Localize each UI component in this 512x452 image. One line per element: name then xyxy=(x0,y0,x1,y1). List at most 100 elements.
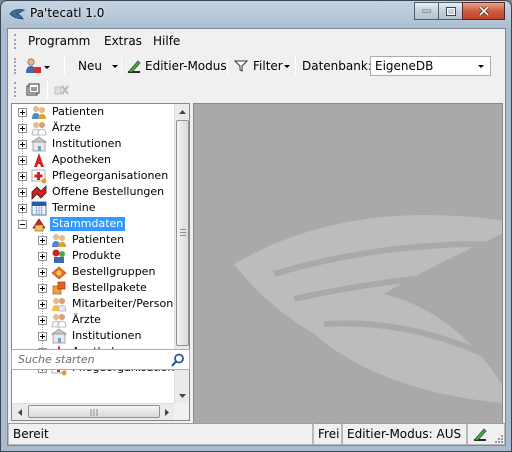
database-select-value: EigeneDB xyxy=(375,59,434,73)
scroll-thumb[interactable] xyxy=(176,120,189,346)
tree-item-mitarbeiter[interactable]: Mitarbeiter/Personen xyxy=(38,296,174,312)
resize-grip-icon[interactable] xyxy=(493,433,503,443)
menu-programm[interactable]: Programm xyxy=(28,34,90,48)
tree-item-label: Patienten xyxy=(52,105,105,118)
expand-icon[interactable] xyxy=(38,267,47,277)
navigation-tree-panel: Patienten Ärzte Institutionen Apotheken … xyxy=(11,103,190,421)
app-logo-icon xyxy=(9,9,25,20)
expand-icon[interactable] xyxy=(18,171,27,181)
chevron-down-icon[interactable] xyxy=(112,65,118,68)
tree-item-apotheken[interactable]: Apotheken xyxy=(18,152,113,168)
status-state: Frei xyxy=(313,423,342,445)
edit-mode-button[interactable]: Editier-Modus xyxy=(145,59,227,73)
tree-item-produkte[interactable]: Produkte xyxy=(38,248,123,264)
toolbar-grip[interactable] xyxy=(14,82,17,97)
maximize-button[interactable] xyxy=(438,2,463,20)
search-placeholder: Suche starten xyxy=(18,353,95,366)
tree-item-bestellpakete[interactable]: Bestellpakete xyxy=(38,280,149,296)
scroll-right-button[interactable] xyxy=(159,405,174,420)
arrow-left-icon xyxy=(17,409,22,416)
tree-item-termine[interactable]: Termine xyxy=(18,200,97,216)
employees-icon xyxy=(52,298,67,312)
expand-icon[interactable] xyxy=(18,139,27,149)
watermark-logo-icon xyxy=(234,215,502,403)
menu-hilfe[interactable]: Hilfe xyxy=(153,34,180,48)
database-label: Datenbank: xyxy=(302,59,372,73)
user-icon xyxy=(26,58,41,73)
search-icon[interactable] xyxy=(171,353,185,367)
care-organizations-icon xyxy=(31,169,47,184)
scroll-up-button[interactable] xyxy=(175,104,189,119)
expand-icon[interactable] xyxy=(18,187,27,197)
expand-icon[interactable] xyxy=(38,299,47,309)
minimize-icon xyxy=(422,9,431,13)
order-groups-icon xyxy=(51,266,67,280)
user-dropdown-button[interactable] xyxy=(22,56,50,76)
menu-extras[interactable]: Extras xyxy=(104,34,142,48)
app-window: Pa'tecatl 1.0 Programm Extras Hilfe Neu … xyxy=(0,0,512,452)
toolbar-separator xyxy=(64,57,65,75)
database-select[interactable]: EigeneDB xyxy=(370,56,491,76)
expand-icon[interactable] xyxy=(38,331,47,341)
tree-item-label: Bestellpakete xyxy=(72,281,147,294)
tree-item-label: Mitarbeiter/Personen xyxy=(72,297,174,310)
arrow-down-icon xyxy=(179,393,186,398)
tree-item-stammdaten-institutionen[interactable]: Institutionen xyxy=(38,328,143,344)
minimize-button[interactable] xyxy=(414,2,439,20)
tree-item-label: Institutionen xyxy=(72,329,142,342)
tree-search-box[interactable]: Suche starten xyxy=(11,349,190,370)
close-icon xyxy=(478,6,489,16)
tree-item-label: Patienten xyxy=(72,233,125,246)
expand-icon[interactable] xyxy=(18,123,27,133)
doctors-icon xyxy=(31,122,47,136)
close-button[interactable] xyxy=(462,2,505,20)
tree-toolbar xyxy=(8,79,505,101)
tree-horizontal-scrollbar[interactable] xyxy=(12,403,174,420)
expand-icon[interactable] xyxy=(38,315,47,325)
scroll-grip xyxy=(180,229,186,238)
expand-icon[interactable] xyxy=(18,107,27,117)
scrollbar-corner xyxy=(174,403,189,420)
tree-item-label: Apotheken xyxy=(52,153,112,166)
tree-item-label: Ärzte xyxy=(52,121,81,134)
new-button[interactable]: Neu xyxy=(78,59,102,73)
scroll-thumb[interactable] xyxy=(28,405,160,418)
tree-item-label: Bestellgruppen xyxy=(72,265,156,278)
tree-item-institutionen[interactable]: Institutionen xyxy=(18,136,123,152)
tree-item-pflegeorganisationen[interactable]: Pflegeorganisationen xyxy=(18,168,170,184)
arrow-right-icon xyxy=(164,409,169,416)
scroll-down-button[interactable] xyxy=(175,388,189,403)
tree-item-stammdaten[interactable]: Stammdaten xyxy=(18,216,126,232)
menubar-grip[interactable] xyxy=(14,34,17,49)
tree-item-patienten[interactable]: Patienten xyxy=(18,104,106,120)
expand-icon[interactable] xyxy=(38,251,47,261)
scroll-left-button[interactable] xyxy=(12,405,27,420)
tree-item-bestellgruppen[interactable]: Bestellgruppen xyxy=(38,264,157,280)
expand-icon[interactable] xyxy=(38,283,47,293)
tree-item-aerzte[interactable]: Ärzte xyxy=(18,120,83,136)
status-edit-mode: Editier-Modus: AUS xyxy=(342,423,467,445)
tree-item-stammdaten-patienten[interactable]: Patienten xyxy=(38,232,126,248)
filter-button[interactable]: Filter xyxy=(253,59,283,73)
status-edit-icon-cell[interactable] xyxy=(467,423,505,445)
institutions-icon xyxy=(51,328,67,344)
toolbar-grip[interactable] xyxy=(14,58,17,74)
institutions-icon xyxy=(31,136,47,152)
tree-item-offene-bestellungen[interactable]: Offene Bestellungen xyxy=(18,184,166,200)
toolbar-separator xyxy=(121,57,122,75)
tree-item-label: Ärzte xyxy=(72,313,101,326)
delete-icon[interactable] xyxy=(54,82,70,98)
tree-item-stammdaten-aerzte[interactable]: Ärzte xyxy=(38,312,103,328)
window-controls xyxy=(414,2,505,20)
menu-bar: Programm Extras Hilfe xyxy=(8,29,505,53)
collapse-all-icon[interactable] xyxy=(25,82,41,98)
expand-icon[interactable] xyxy=(18,203,27,213)
tree-item-label: Produkte xyxy=(72,249,121,262)
order-packages-icon xyxy=(52,281,66,295)
expand-icon[interactable] xyxy=(38,235,47,245)
collapse-icon[interactable] xyxy=(18,219,27,229)
expand-icon[interactable] xyxy=(18,155,27,165)
title-bar[interactable]: Pa'tecatl 1.0 xyxy=(1,1,511,27)
chevron-down-icon xyxy=(44,66,50,69)
chevron-down-icon[interactable] xyxy=(284,65,290,68)
